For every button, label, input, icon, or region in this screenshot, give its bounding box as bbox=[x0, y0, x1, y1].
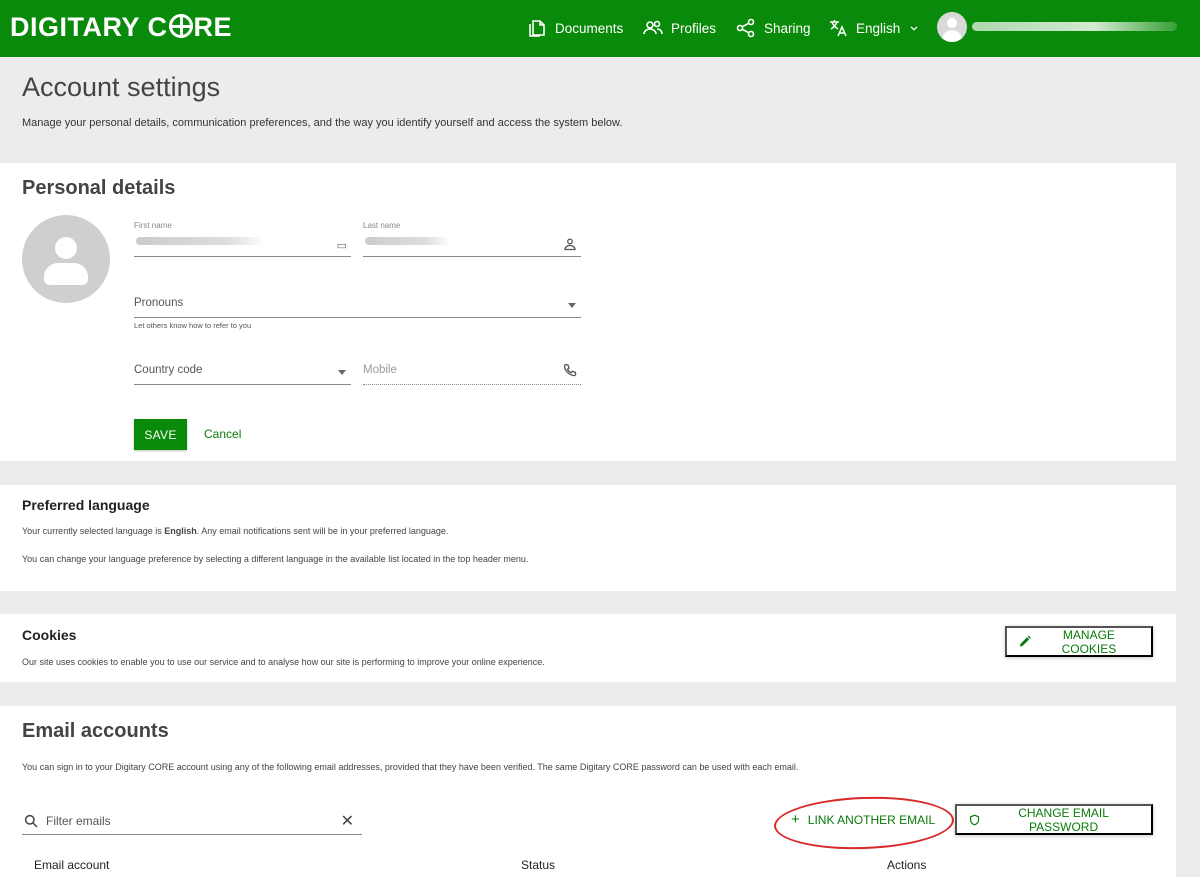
cookies-title: Cookies bbox=[22, 627, 77, 643]
nav-sharing[interactable]: Sharing bbox=[736, 16, 811, 40]
mobile-field[interactable]: Mobile bbox=[363, 360, 581, 385]
change-email-password-label: CHANGE EMAIL PASSWORD bbox=[1018, 805, 1109, 834]
logo-o-icon bbox=[168, 14, 193, 38]
pronouns-select[interactable]: Pronouns bbox=[134, 293, 581, 318]
nav-documents-label: Documents bbox=[555, 20, 624, 36]
language-selector[interactable]: English bbox=[828, 16, 920, 40]
country-code-select[interactable]: Country code bbox=[134, 360, 351, 385]
personal-details-title: Personal details bbox=[22, 177, 176, 199]
email-accounts-card: Email accounts You can sign in to your D… bbox=[0, 706, 1176, 877]
page-title: Account settings bbox=[22, 72, 221, 102]
nav-sharing-label: Sharing bbox=[764, 20, 811, 36]
last-name-value-redacted bbox=[365, 237, 450, 245]
translate-icon bbox=[830, 20, 847, 37]
pencil-icon bbox=[1019, 635, 1031, 647]
mobile-placeholder: Mobile bbox=[363, 364, 397, 376]
share-icon bbox=[736, 18, 755, 38]
phone-icon bbox=[563, 363, 577, 377]
column-header-actions: Actions bbox=[887, 858, 927, 872]
email-accounts-title: Email accounts bbox=[22, 720, 169, 742]
language-change-text: You can change your language preference … bbox=[22, 554, 529, 564]
cancel-link[interactable]: Cancel bbox=[204, 427, 241, 441]
profile-avatar[interactable] bbox=[22, 215, 110, 303]
current-language: English bbox=[164, 526, 197, 536]
user-name-redacted[interactable] bbox=[972, 22, 1177, 31]
save-button[interactable]: SAVE bbox=[134, 419, 187, 450]
filter-emails-input[interactable]: Filter emails ✕ bbox=[22, 810, 362, 835]
personal-details-card: Personal details First name ▭ Last name … bbox=[0, 163, 1176, 461]
first-name-value-redacted bbox=[136, 237, 266, 245]
keyboard-icon: ▭ bbox=[336, 240, 347, 252]
language-label: English bbox=[856, 20, 901, 36]
change-email-password-button[interactable]: CHANGE EMAIL PASSWORD bbox=[955, 804, 1153, 835]
page-subtitle: Manage your personal details, communicat… bbox=[22, 117, 623, 129]
user-avatar[interactable] bbox=[937, 12, 967, 42]
caret-down-icon bbox=[568, 303, 576, 308]
manage-cookies-label: MANAGE COOKIES bbox=[1061, 627, 1117, 656]
brand-logo[interactable]: DIGITARY C RE bbox=[10, 12, 232, 43]
pronouns-label: Pronouns bbox=[134, 297, 184, 309]
last-name-field[interactable]: Last name bbox=[363, 221, 581, 257]
preferred-language-title: Preferred language bbox=[22, 497, 150, 513]
first-name-label: First name bbox=[134, 221, 172, 230]
search-icon bbox=[24, 814, 38, 828]
manage-cookies-button[interactable]: MANAGE COOKIES bbox=[1005, 626, 1153, 657]
column-header-status: Status bbox=[521, 858, 556, 872]
country-code-label: Country code bbox=[134, 364, 203, 376]
cookies-text: Our site uses cookies to enable you to u… bbox=[22, 657, 545, 667]
person-icon bbox=[564, 238, 576, 251]
last-name-label: Last name bbox=[363, 221, 401, 230]
chevron-down-icon bbox=[910, 26, 918, 31]
nav-profiles[interactable]: Profiles bbox=[643, 16, 716, 40]
close-icon[interactable]: ✕ bbox=[341, 811, 354, 831]
filter-emails-placeholder: Filter emails bbox=[46, 814, 111, 828]
email-accounts-text: You can sign in to your Digitary CORE ac… bbox=[22, 762, 799, 772]
language-current-text: Your currently selected language is Engl… bbox=[22, 526, 449, 536]
shield-icon bbox=[969, 814, 980, 825]
cookies-card: Cookies Our site uses cookies to enable … bbox=[0, 614, 1176, 682]
documents-icon bbox=[529, 20, 545, 37]
preferred-language-card: Preferred language Your currently select… bbox=[0, 485, 1176, 591]
caret-down-icon bbox=[338, 370, 346, 375]
nav-documents[interactable]: Documents bbox=[527, 16, 623, 40]
column-header-email-account: Email account bbox=[34, 858, 110, 872]
nav-profiles-label: Profiles bbox=[671, 20, 717, 36]
first-name-field[interactable]: First name ▭ bbox=[134, 221, 351, 257]
top-header: DIGITARY C RE Documents Profiles Sharing … bbox=[0, 0, 1200, 57]
profiles-icon bbox=[643, 20, 663, 35]
pronouns-helper: Let others know how to refer to you bbox=[134, 321, 252, 330]
